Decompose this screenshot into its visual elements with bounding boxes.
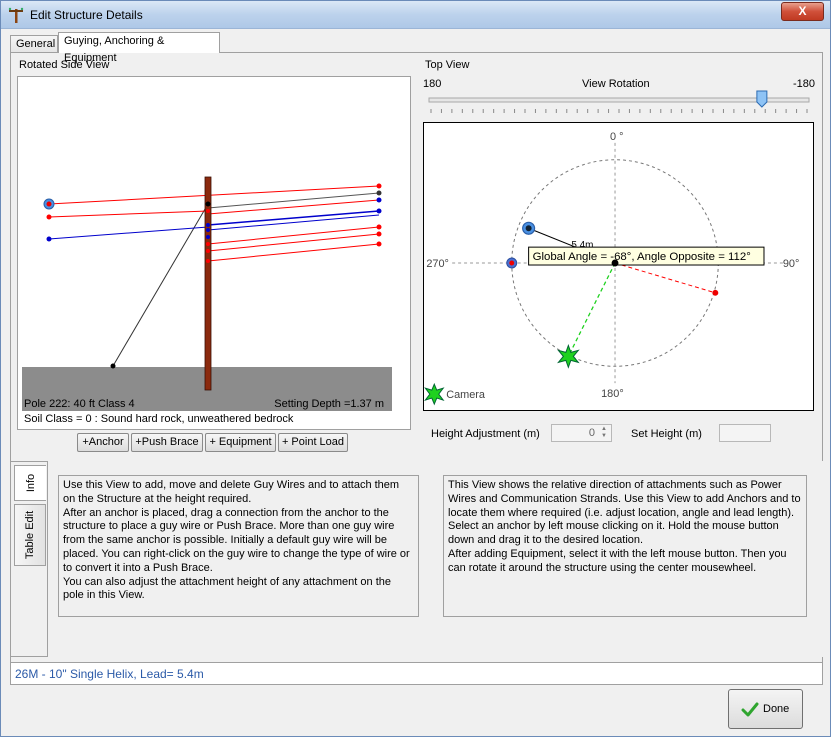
add-point-load-label: + Point Load: [281, 436, 345, 448]
wire-end[interactable]: [46, 214, 52, 220]
compass-north: 0 °: [610, 131, 623, 143]
tab-general[interactable]: General: [10, 35, 58, 53]
setting-depth-label: Setting Depth =1.37 m: [274, 398, 384, 410]
view-rotation-slider[interactable]: [421, 89, 815, 119]
add-point-load-button[interactable]: + Point Load: [278, 433, 348, 452]
side-view-help-body: Use this View to add, move and delete Gu…: [63, 479, 410, 602]
comm-strand-1[interactable]: [48, 226, 209, 240]
pole[interactable]: [204, 176, 212, 391]
power-wire-direction[interactable]: [614, 262, 716, 294]
slider-thumb[interactable]: [756, 90, 768, 108]
power-wire-5[interactable]: [207, 233, 380, 252]
camera-icon[interactable]: [424, 382, 445, 406]
set-height-input[interactable]: [719, 424, 771, 442]
guy-lead-line[interactable]: [567, 262, 616, 357]
tab-guying-anchoring-equipment[interactable]: Guying, Anchoring & Equipment: [58, 32, 220, 64]
anchor-icon[interactable]: [557, 343, 580, 369]
compass-west: 270°: [426, 258, 449, 270]
angle-tooltip-text: Global Angle = -68°, Angle Opposite = 11…: [533, 251, 751, 263]
attach-point[interactable]: [206, 249, 210, 253]
power-wire-1[interactable]: [48, 185, 380, 205]
height-adjustment-stepper[interactable]: 0 ▲ ▼: [551, 424, 612, 442]
attach-point[interactable]: [206, 242, 210, 246]
slider-track: [428, 97, 810, 103]
add-push-brace-button[interactable]: +Push Brace: [131, 433, 203, 452]
wire-end[interactable]: [376, 231, 382, 237]
add-push-brace-label: +Push Brace: [135, 436, 199, 448]
power-wire-3[interactable]: [207, 226, 380, 245]
pole-label: Pole 222: 40 ft Class 4: [24, 398, 135, 410]
height-adjustment-value: 0: [588, 427, 595, 439]
checkmark-icon: [741, 702, 759, 717]
selection-status-bar: 26M - 10" Single Helix, Lead= 5.4m: [10, 662, 823, 685]
attach-point[interactable]: [206, 223, 210, 227]
selected-anchor-dot: [525, 225, 532, 232]
guy-wire-top[interactable]: [207, 192, 380, 209]
add-equipment-label: + Equipment: [209, 436, 272, 448]
tab-general-label: General: [16, 38, 56, 50]
anchor-point[interactable]: [110, 363, 116, 369]
attach-point[interactable]: [206, 235, 210, 239]
title-bar[interactable]: Edit Structure Details X: [1, 1, 830, 29]
selection-status-text: 26M - 10" Single Helix, Lead= 5.4m: [15, 667, 204, 681]
wire-end[interactable]: [376, 241, 382, 247]
structure-center[interactable]: [611, 259, 619, 267]
wire-end[interactable]: [376, 190, 382, 196]
close-icon: X: [798, 4, 807, 18]
wire-end[interactable]: [376, 197, 382, 203]
soil-class-label: Soil Class = 0 : Sound hard rock, unweat…: [24, 413, 294, 425]
window-title: Edit Structure Details: [30, 8, 143, 22]
power-wire-2[interactable]: [48, 210, 209, 218]
wire-end[interactable]: [376, 224, 382, 230]
top-view-canvas[interactable]: 0 ° 90° 180° 270° 5.4m Global Angle = -6…: [423, 122, 814, 411]
attach-point[interactable]: [206, 228, 210, 232]
tab-table-edit[interactable]: Table Edit: [14, 504, 46, 566]
wire-end[interactable]: [46, 201, 52, 207]
wire-end[interactable]: [376, 183, 382, 189]
camera-label: Camera: [446, 389, 486, 401]
add-anchor-label: +Anchor: [82, 436, 124, 448]
wire-direction-west-dot: [509, 260, 515, 266]
attach-point[interactable]: [206, 209, 210, 213]
tab-info-label: Info: [24, 473, 37, 493]
attach-point[interactable]: [205, 201, 211, 207]
top-view-help-body: This View shows the relative direction o…: [448, 479, 801, 574]
tab-table-edit-label: Table Edit: [24, 510, 36, 560]
stepper-arrows-icon[interactable]: ▲ ▼: [598, 426, 610, 440]
attach-point[interactable]: [206, 259, 210, 263]
done-label: Done: [763, 703, 790, 715]
compass-east: 90°: [783, 258, 800, 270]
power-wire-4[interactable]: [207, 243, 380, 262]
tab-info[interactable]: Info: [14, 465, 46, 501]
close-button[interactable]: X: [781, 2, 824, 21]
side-view-help-text: Use this View to add, move and delete Gu…: [58, 475, 419, 617]
add-anchor-button[interactable]: +Anchor: [77, 433, 129, 452]
add-equipment-button[interactable]: + Equipment: [205, 433, 276, 452]
top-view-group-label: Top View: [425, 59, 470, 71]
pole-icon: [8, 7, 24, 23]
height-adjustment-label: Height Adjustment (m): [431, 428, 540, 440]
slider-ticks: [430, 109, 808, 113]
compass-south: 180°: [601, 388, 624, 400]
edit-structure-window: Edit Structure Details X General Guying,…: [0, 0, 831, 737]
side-view-canvas[interactable]: Pole 222: 40 ft Class 4 Setting Depth =1…: [18, 77, 410, 429]
set-height-label: Set Height (m): [631, 428, 702, 440]
power-wire-6[interactable]: [207, 199, 380, 215]
done-button[interactable]: Done: [728, 689, 803, 729]
top-view-help-text: This View shows the relative direction o…: [443, 475, 807, 617]
wire-end[interactable]: [46, 236, 52, 242]
wire-direction-end[interactable]: [712, 289, 719, 296]
wire-end[interactable]: [376, 208, 382, 214]
